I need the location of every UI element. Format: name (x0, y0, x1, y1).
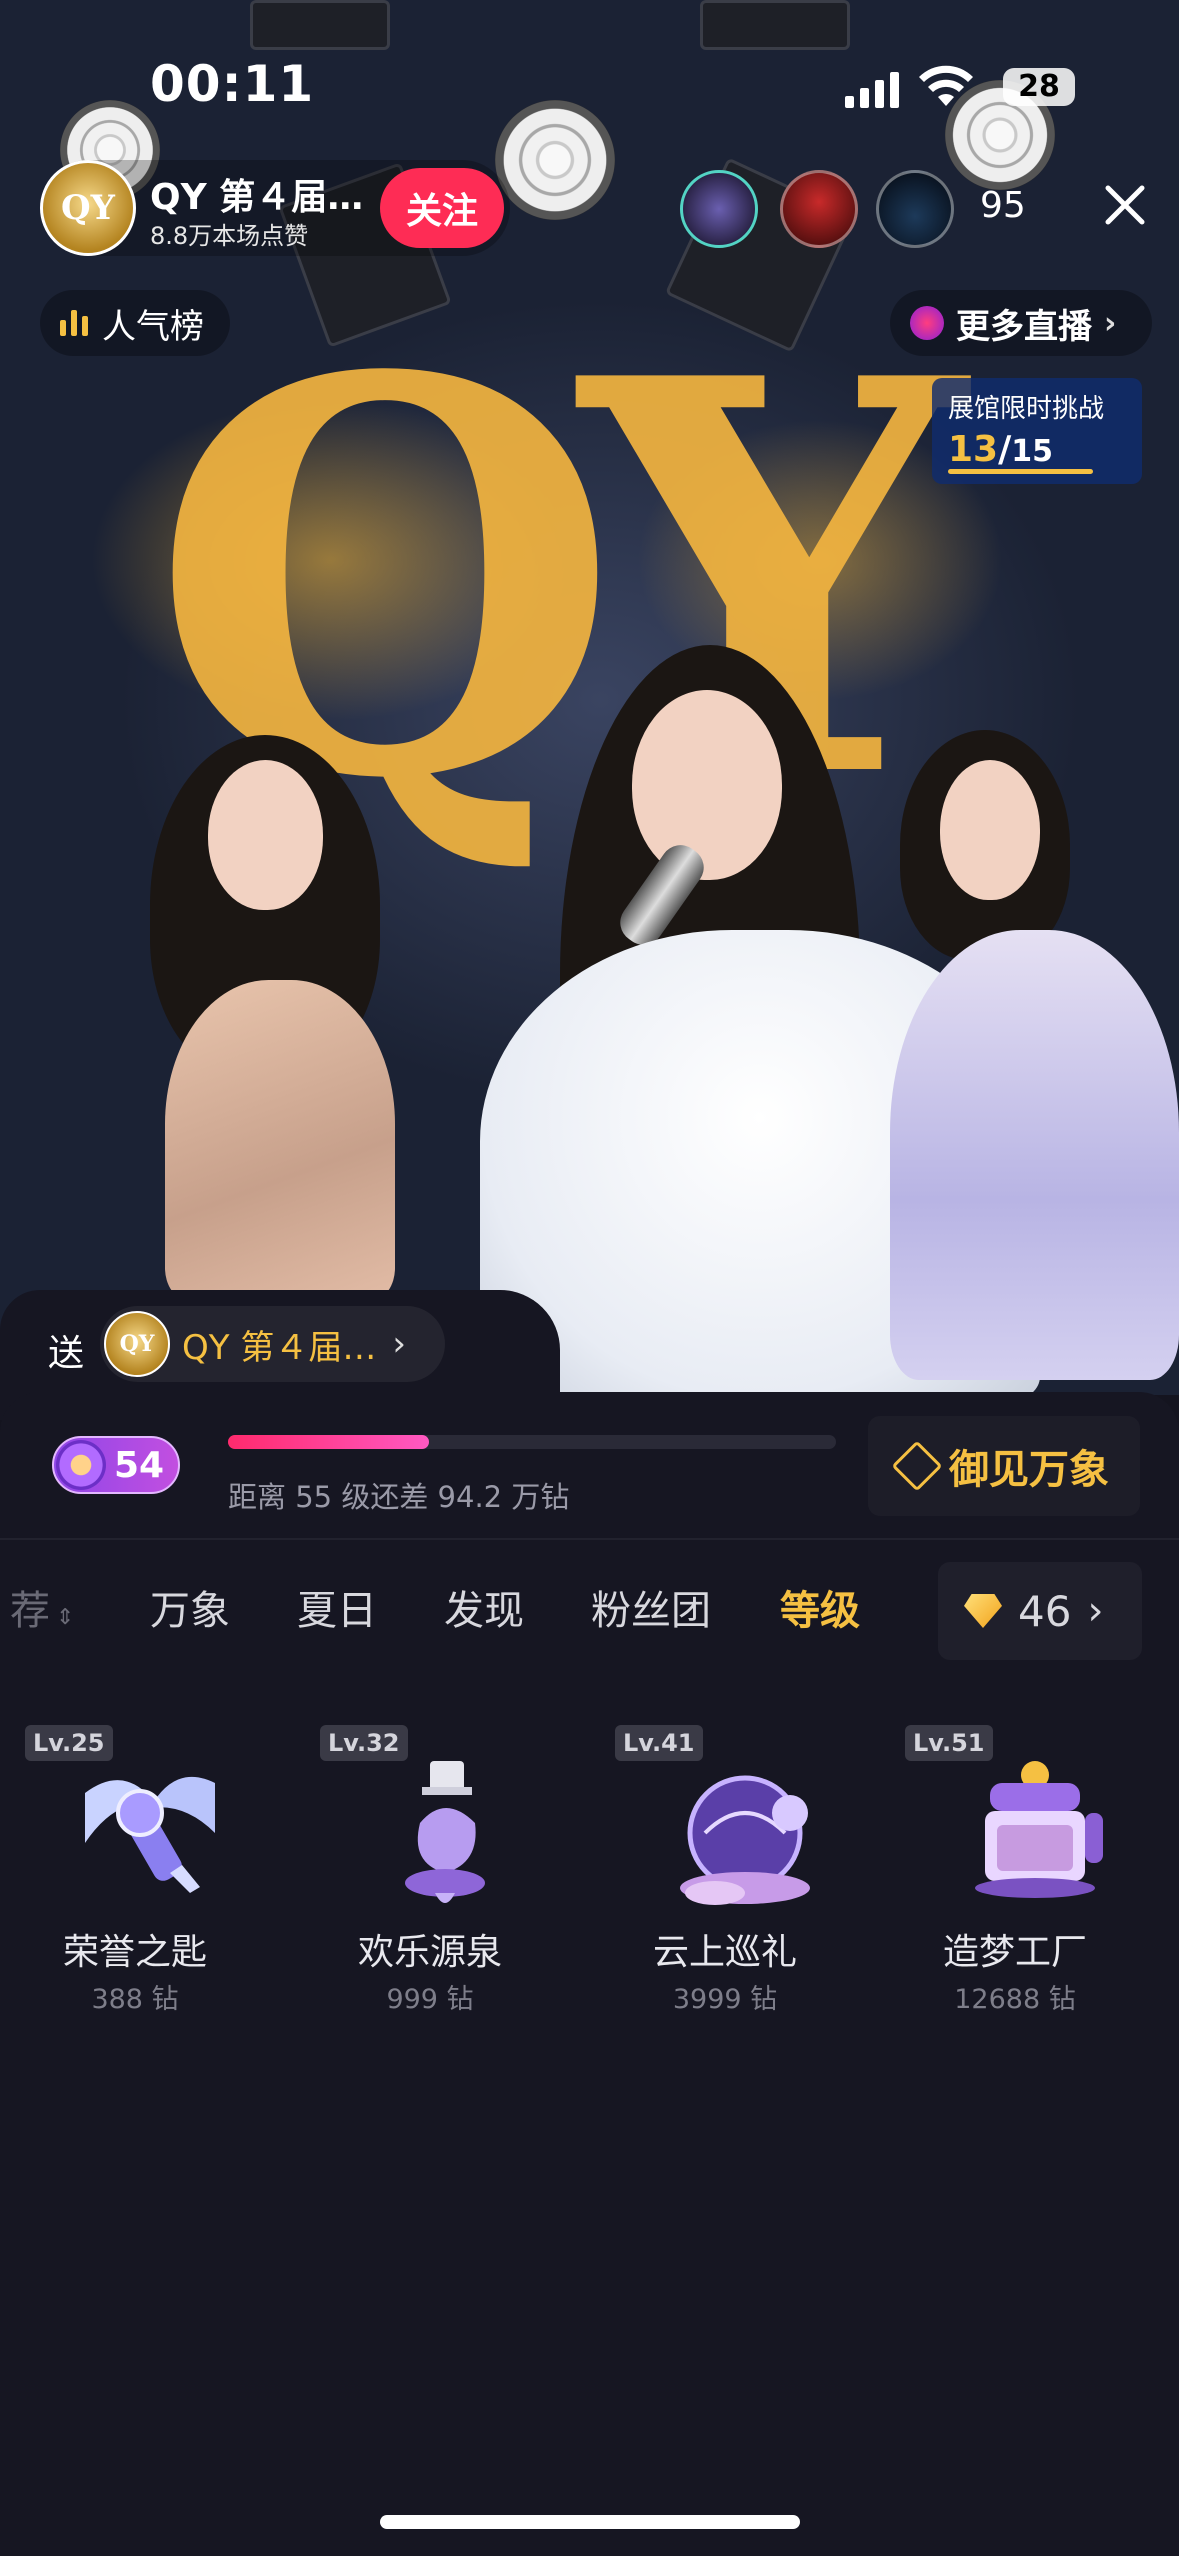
gift-price: 999 钻 (386, 1984, 474, 2015)
chart-bars-icon (60, 310, 88, 336)
gift-name: 云上巡礼 (652, 1932, 797, 1973)
user-level-badge[interactable]: 54 (52, 1436, 180, 1494)
tab-recommended[interactable]: 荐 ⇕ (10, 1578, 74, 1636)
performer-left-dress (165, 980, 395, 1300)
vip-button[interactable]: 御见万象 (868, 1416, 1140, 1516)
gift-item[interactable]: Lv.51 造梦工厂 12688 钻 (905, 1725, 1155, 2025)
gift-item[interactable]: Lv.25 荣誉之匙 388 钻 (25, 1725, 275, 2025)
tab-level[interactable]: 等级 (780, 1578, 860, 1636)
fountain-gift-icon (405, 1761, 485, 1903)
host-avatar[interactable]: QY (40, 160, 136, 256)
live-dot-icon (910, 306, 944, 340)
battery-indicator: 28 (1003, 68, 1075, 106)
popularity-rank-button[interactable]: 人气榜 (40, 290, 230, 356)
more-live-label: 更多直播 (956, 306, 1092, 347)
gift-name: 欢乐源泉 (357, 1932, 502, 1973)
wifi-icon (919, 65, 973, 106)
chevron-right-icon: › (392, 1324, 406, 1364)
home-indicator[interactable] (380, 2515, 800, 2529)
gift-name: 造梦工厂 (942, 1932, 1087, 1973)
diamond-balance-button[interactable]: 46 › (938, 1562, 1142, 1660)
close-icon[interactable] (1100, 180, 1150, 230)
sort-arrows-icon: ⇕ (56, 1605, 75, 1630)
cellular-signal-icon (845, 68, 899, 108)
vip-label: 御见万象 (949, 1448, 1109, 1492)
performer-left-face (208, 760, 323, 910)
chevron-right-icon: › (1087, 1588, 1104, 1634)
user-level: 54 (114, 1444, 165, 1486)
challenge-progress: 13/15 (948, 429, 1126, 470)
winged-key-gift-icon (85, 1776, 215, 1893)
challenge-current: 13 (948, 429, 999, 470)
more-live-button[interactable]: 更多直播 › (890, 290, 1152, 356)
performer-right-dress (890, 930, 1179, 1380)
status-bar: 00:11 28 (0, 0, 1179, 150)
viewer-avatar[interactable] (780, 170, 858, 248)
challenge-separator: / (998, 429, 1012, 470)
gift-price: 12688 钻 (954, 1984, 1076, 2015)
viewer-avatar[interactable] (876, 170, 954, 248)
challenge-total: 15 (1011, 434, 1054, 469)
viewer-count[interactable]: 95 (980, 185, 1026, 226)
host-name[interactable]: QY 第４届… (150, 168, 363, 220)
chevron-right-icon: › (1104, 305, 1117, 341)
level-crown-icon (56, 1440, 106, 1490)
dream-factory-gift-icon (975, 1761, 1103, 1898)
recipient-name: QY 第４届… (182, 1327, 377, 1368)
recipient-selector[interactable]: QY QY 第４届… › (100, 1306, 445, 1382)
level-progress-text: 距离 55 级还差 94.2 万钻 (228, 1480, 570, 1514)
recipient-avatar: QY (104, 1311, 170, 1377)
gift-item[interactable]: Lv.41 云上巡礼 3999 钻 (615, 1725, 865, 2025)
level-progress-fill (228, 1435, 429, 1449)
viewer-avatar[interactable] (680, 170, 758, 248)
tab-wanxiang[interactable]: 万象 (150, 1578, 230, 1636)
gift-name: 荣誉之匙 (62, 1932, 207, 1973)
divider (0, 1538, 1179, 1540)
popularity-label: 人气榜 (102, 306, 204, 347)
challenge-title: 展馆限时挑战 (948, 394, 1105, 424)
tab-fan-club[interactable]: 粉丝团 (591, 1578, 711, 1636)
follow-button[interactable]: 关注 (380, 168, 504, 248)
host-likes: 8.8万本场点赞 (150, 222, 309, 250)
gift-item[interactable]: Lv.32 欢乐源泉 999 钻 (320, 1725, 570, 2025)
diamond-outline-icon (891, 1440, 943, 1492)
diamond-icon (964, 1594, 1002, 1628)
gift-price: 388 钻 (91, 1984, 179, 2015)
diamond-balance: 46 (1018, 1586, 1072, 1636)
tab-discover[interactable]: 发现 (444, 1578, 524, 1636)
level-progress-bar (228, 1435, 836, 1449)
status-time: 00:11 (150, 55, 315, 113)
tab-summer[interactable]: 夏日 (297, 1578, 377, 1636)
gift-price: 3999 钻 (672, 1984, 778, 2015)
challenge-card[interactable]: 展馆限时挑战 13/15 (932, 378, 1142, 484)
performer-center-face (632, 690, 782, 880)
performer-right-face (940, 760, 1040, 900)
sky-palace-gift-icon (680, 1775, 810, 1905)
send-to-label: 送 (48, 1333, 85, 1374)
challenge-progress-bar (948, 469, 1093, 474)
